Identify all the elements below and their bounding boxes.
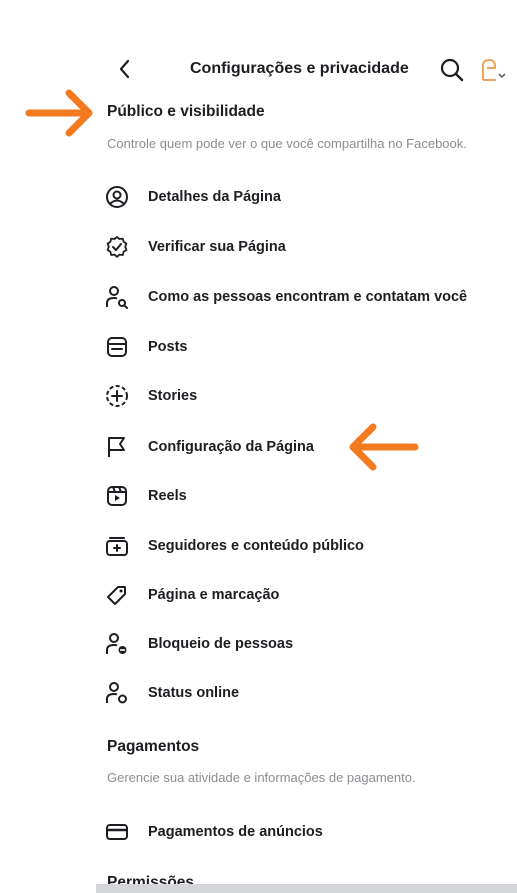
user-circle-icon <box>104 184 130 210</box>
section-title-permissions: Permissões <box>107 874 195 884</box>
section-title-public-visibility: Público e visibilidade <box>107 103 265 120</box>
credit-card-icon <box>104 819 130 845</box>
top-bar: Configurações e privacidade <box>0 50 517 90</box>
section-description-payments: Gerencie sua atividade e informações de … <box>107 770 416 785</box>
menu-item-label: Seguidores e conteúdo público <box>148 538 364 554</box>
person-block-icon <box>104 631 130 657</box>
page-avatar-icon <box>482 58 506 81</box>
menu-item-label: Posts <box>148 339 188 355</box>
menu-item-posts[interactable]: Posts <box>104 327 509 367</box>
menu-item-online-status[interactable]: Status online <box>104 673 509 713</box>
person-status-icon <box>104 680 130 706</box>
menu-item-ad-payments[interactable]: Pagamentos de anúncios <box>104 812 509 852</box>
menu-item-label: Reels <box>148 488 187 504</box>
bottom-bar <box>96 884 517 893</box>
section-description-public-visibility: Controle quem pode ver o que você compar… <box>107 136 467 151</box>
followers-box-icon <box>104 533 130 559</box>
search-icon <box>440 58 464 82</box>
page-avatar-button[interactable] <box>478 56 508 84</box>
person-search-icon <box>104 284 130 310</box>
search-button[interactable] <box>438 56 466 84</box>
menu-item-page-details[interactable]: Detalhes da Página <box>104 177 509 217</box>
menu-item-verify-page[interactable]: Verificar sua Página <box>104 227 509 267</box>
annotation-arrow-left <box>349 423 419 471</box>
menu-item-label: Página e marcação <box>148 587 280 603</box>
menu-item-label: Como as pessoas encontram e contatam voc… <box>148 289 468 305</box>
menu-item-how-people-find-you[interactable]: Como as pessoas encontram e contatam voc… <box>104 277 509 317</box>
menu-item-blocking[interactable]: Bloqueio de pessoas <box>104 624 509 664</box>
menu-item-label: Configuração da Página <box>148 439 314 455</box>
menu-item-label: Pagamentos de anúncios <box>148 824 323 840</box>
menu-item-label: Stories <box>148 388 198 404</box>
verified-badge-icon <box>104 234 130 260</box>
chevron-left-icon <box>119 59 130 79</box>
menu-item-stories[interactable]: Stories <box>104 376 509 416</box>
reels-icon <box>104 483 130 509</box>
menu-item-page-settings[interactable]: Configuração da Página <box>104 427 509 467</box>
stories-add-icon <box>104 383 130 409</box>
annotation-arrow-right <box>25 89 93 137</box>
menu-item-label: Detalhes da Página <box>148 189 281 205</box>
menu-item-label: Status online <box>148 685 240 701</box>
menu-item-followers-public-content[interactable]: Seguidores e conteúdo público <box>104 526 509 566</box>
flag-icon <box>104 434 130 460</box>
section-title-payments: Pagamentos <box>107 738 200 755</box>
posts-icon <box>104 334 130 360</box>
menu-item-label: Verificar sua Página <box>148 239 286 255</box>
page-title: Configurações e privacidade <box>190 60 409 77</box>
menu-item-label: Bloqueio de pessoas <box>148 636 294 652</box>
back-button[interactable] <box>112 56 138 82</box>
tag-icon <box>104 582 130 608</box>
menu-item-page-tagging[interactable]: Página e marcação <box>104 575 509 615</box>
menu-item-reels[interactable]: Reels <box>104 476 509 516</box>
